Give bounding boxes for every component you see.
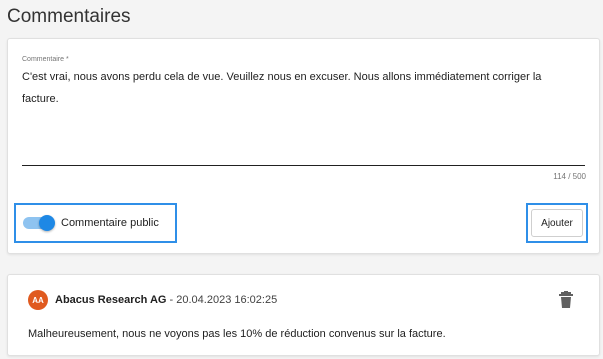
textarea-underline: [22, 165, 585, 166]
comment-timestamp: 20.04.2023 16:02:25: [176, 294, 278, 306]
public-comment-switch[interactable]: [23, 215, 55, 231]
avatar: AA: [28, 290, 48, 310]
public-comment-toggle-container: Commentaire public: [14, 203, 177, 243]
trash-icon[interactable]: [558, 291, 574, 309]
switch-thumb: [39, 215, 55, 231]
comment-header: Abacus Research AG - 20.04.2023 16:02:25: [55, 294, 277, 306]
comment-field-label: Commentaire *: [22, 56, 69, 63]
comment-author: Abacus Research AG: [55, 294, 167, 306]
section-title: Commentaires: [7, 6, 131, 27]
header-separator: -: [166, 294, 177, 306]
add-comment-button[interactable]: Ajouter: [531, 209, 583, 237]
public-comment-label[interactable]: Commentaire public: [61, 217, 159, 229]
comment-textarea[interactable]: C'est vrai, nous avons perdu cela de vue…: [22, 66, 577, 110]
add-button-container: Ajouter: [526, 203, 588, 243]
character-counter: 114 / 500: [553, 172, 586, 181]
comment-text: Malheureusement, nous ne voyons pas les …: [28, 328, 446, 340]
comment-entry: AA Abacus Research AG - 20.04.2023 16:02…: [7, 274, 600, 356]
comment-form-card: Commentaire * C'est vrai, nous avons per…: [7, 38, 600, 254]
